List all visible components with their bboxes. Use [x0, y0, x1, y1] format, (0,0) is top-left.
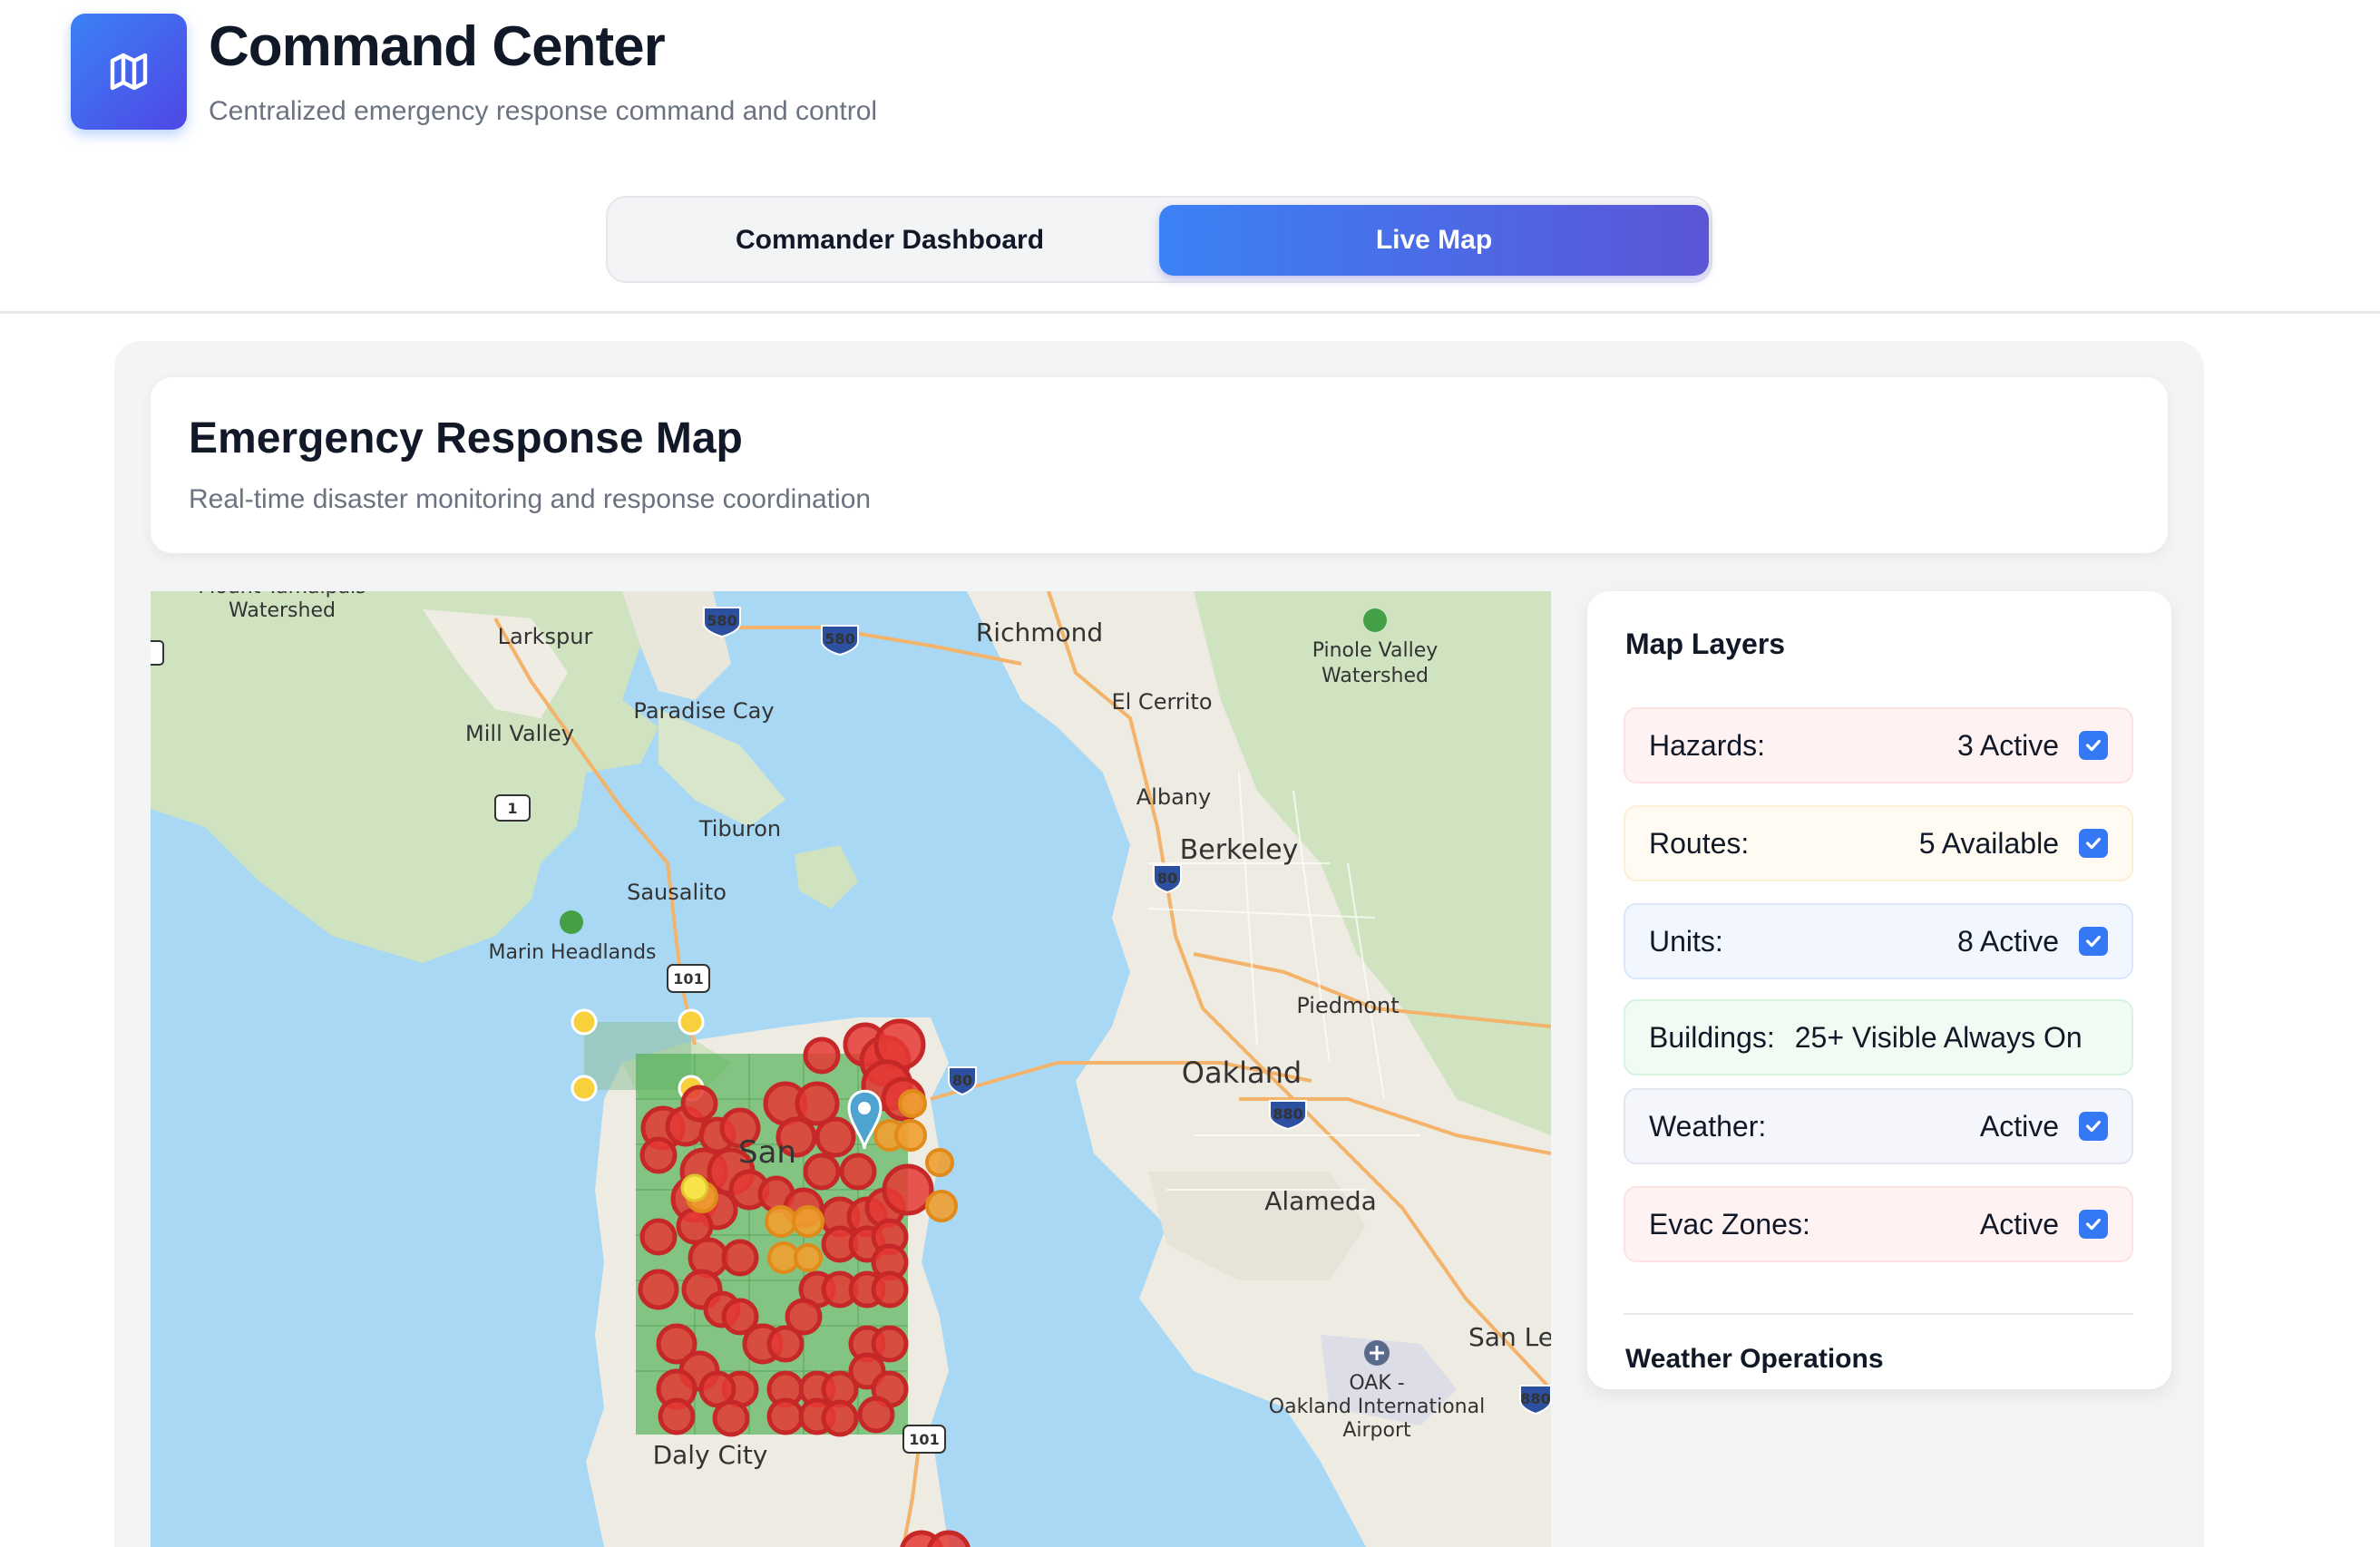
check-icon — [2085, 1120, 2102, 1133]
svg-text:80: 80 — [952, 1072, 972, 1089]
layer-value: Active — [1979, 1109, 2059, 1143]
svg-text:Richmond: Richmond — [976, 618, 1103, 647]
interstate-80-shield-icon: 80 — [1153, 864, 1182, 894]
svg-text:80: 80 — [1157, 870, 1177, 887]
app-header: Command Center Centralized emergency res… — [0, 0, 2380, 314]
map-subtitle: Real-time disaster monitoring and respon… — [189, 484, 872, 514]
layer-label: Routes: — [1649, 826, 1750, 860]
layer-row-weather: Weather: Active — [1624, 1088, 2133, 1164]
units-checkbox[interactable] — [2079, 927, 2108, 956]
layer-label: Weather: — [1649, 1109, 1767, 1143]
svg-text:Alameda: Alameda — [1264, 1186, 1377, 1216]
tab-live-map[interactable]: Live Map — [1159, 205, 1709, 276]
layer-label: Units: — [1649, 924, 1723, 958]
svg-text:Berkeley: Berkeley — [1180, 834, 1299, 866]
svg-text:580: 580 — [707, 612, 736, 629]
svg-text:Airport: Airport — [1342, 1419, 1411, 1442]
tab-commander-dashboard[interactable]: Commander Dashboard — [615, 205, 1165, 276]
svg-text:Marin Headlands: Marin Headlands — [488, 941, 656, 964]
us-101-shield-icon: 101 — [902, 1425, 946, 1454]
weather-operations-heading: Weather Operations — [1625, 1344, 1884, 1374]
svg-text:Sausalito: Sausalito — [627, 880, 727, 905]
svg-text:Daly City: Daly City — [653, 1440, 768, 1470]
svg-text:Paradise Cay: Paradise Cay — [633, 698, 774, 724]
evac-zones-checkbox[interactable] — [2079, 1210, 2108, 1239]
svg-text:Oakland International: Oakland International — [1269, 1396, 1485, 1418]
view-tabs: Commander Dashboard Live Map — [606, 196, 1712, 283]
svg-text:Tiburon: Tiburon — [698, 816, 781, 842]
svg-text:Watershed: Watershed — [229, 599, 336, 622]
layer-label: Hazards: — [1649, 728, 1766, 762]
layer-row-evac-zones: Evac Zones: Active — [1624, 1186, 2133, 1262]
app-subtitle: Centralized emergency response command a… — [209, 96, 878, 126]
svg-text:El Cerrito: El Cerrito — [1111, 689, 1212, 715]
emergency-map[interactable]: Mount Tamalpais Watershed Larkspur Richm… — [151, 591, 1551, 1547]
layer-value: 3 Active — [1956, 728, 2059, 762]
svg-text:Larkspur: Larkspur — [498, 624, 593, 649]
check-icon — [2085, 1218, 2102, 1231]
map-header-card: Emergency Response Map Real-time disaste… — [151, 377, 2168, 553]
main-panel: Emergency Response Map Real-time disaste… — [114, 341, 2204, 1547]
svg-text:Mill Valley: Mill Valley — [465, 721, 574, 746]
layer-row-routes: Routes: 5 Available — [1624, 805, 2133, 881]
map-icon — [110, 53, 148, 91]
app-logo — [71, 14, 187, 130]
weather-checkbox[interactable] — [2079, 1112, 2108, 1141]
app-title: Command Center — [209, 15, 666, 78]
svg-text:OAK -: OAK - — [1349, 1372, 1404, 1395]
layer-value: 8 Active — [1956, 924, 2059, 958]
layer-row-buildings: Buildings: 25+ Visible Always On — [1624, 999, 2133, 1075]
svg-text:Albany: Albany — [1136, 784, 1211, 810]
svg-text:101: 101 — [673, 970, 703, 988]
us-101-shield-icon: 101 — [667, 964, 710, 993]
airport-icon — [1364, 1340, 1390, 1366]
svg-text:Mount Tamalpais: Mount Tamalpais — [198, 591, 366, 598]
svg-text:880: 880 — [1520, 1390, 1550, 1407]
layer-row-units: Units: 8 Active — [1624, 903, 2133, 979]
svg-text:Piedmont: Piedmont — [1296, 993, 1399, 1018]
layer-value: 25+ Visible Always On — [1794, 1020, 2082, 1054]
layers-title: Map Layers — [1625, 628, 1786, 660]
map-title: Emergency Response Map — [189, 414, 743, 462]
svg-text:Pinole Valley: Pinole Valley — [1312, 639, 1439, 662]
svg-text:580: 580 — [824, 630, 854, 647]
layer-value: Active — [1979, 1207, 2059, 1241]
weather-alert-marker[interactable] — [680, 1173, 709, 1202]
svg-text:San: San — [738, 1134, 796, 1171]
check-icon — [2085, 739, 2102, 752]
svg-text:San Le: San Le — [1468, 1322, 1551, 1352]
layer-value: 5 Available — [1918, 826, 2059, 860]
layer-row-hazards: Hazards: 3 Active — [1624, 707, 2133, 783]
ca-1-shield-icon: 1 — [494, 794, 531, 822]
hazards-checkbox[interactable] — [2079, 731, 2108, 760]
svg-text:Watershed: Watershed — [1322, 665, 1429, 687]
svg-text:101: 101 — [909, 1431, 939, 1448]
check-icon — [2085, 935, 2102, 948]
svg-text:880: 880 — [1273, 1105, 1302, 1123]
map-layers-panel: Map Layers Hazards: 3 Active Routes: 5 A… — [1587, 591, 2171, 1389]
layer-label: Buildings: — [1649, 1020, 1775, 1054]
layer-label: Evac Zones: — [1649, 1207, 1810, 1241]
layers-divider — [1624, 1313, 2133, 1315]
check-icon — [2085, 837, 2102, 850]
routes-checkbox[interactable] — [2079, 829, 2108, 858]
svg-text:1: 1 — [507, 800, 517, 817]
map-control-edge[interactable] — [151, 640, 164, 666]
svg-text:Oakland: Oakland — [1182, 1056, 1302, 1090]
